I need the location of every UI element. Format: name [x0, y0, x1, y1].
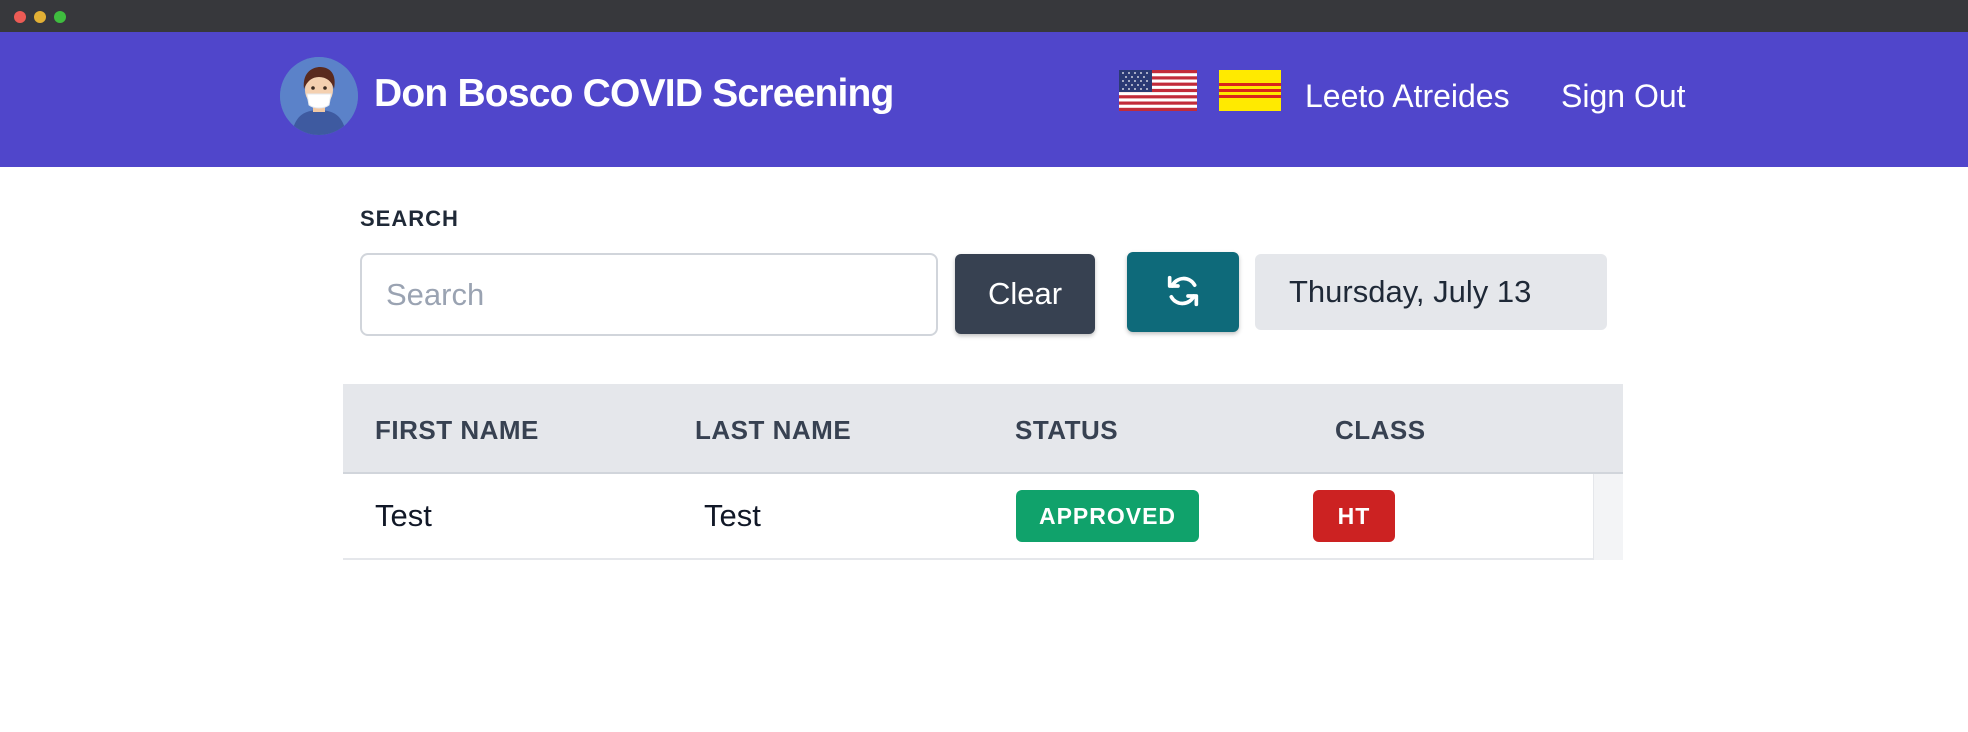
- table-scrollbar[interactable]: [1593, 474, 1623, 560]
- refresh-icon: [1163, 271, 1203, 314]
- first-name-cell: Test: [375, 498, 432, 533]
- maximize-window-button[interactable]: [54, 11, 66, 23]
- class-badge: HT: [1313, 490, 1395, 542]
- screening-table: FIRST NAME LAST NAME STATUS CLASS Test T…: [343, 384, 1623, 560]
- us-flag-icon[interactable]: [1119, 70, 1197, 111]
- last-name-cell: Test: [704, 498, 761, 533]
- column-header-class[interactable]: CLASS: [1335, 415, 1426, 446]
- date-display: Thursday, July 13: [1255, 254, 1607, 330]
- user-name-link[interactable]: Leeto Atreides: [1305, 78, 1510, 115]
- column-header-first-name[interactable]: FIRST NAME: [375, 415, 539, 446]
- close-window-button[interactable]: [14, 11, 26, 23]
- table-row[interactable]: Test Test APPROVED HT: [343, 474, 1593, 560]
- top-navbar: Don Bosco COVID Screening Leeto Atreides…: [0, 32, 1968, 167]
- sign-out-link[interactable]: Sign Out: [1561, 78, 1686, 115]
- search-label: SEARCH: [360, 206, 459, 231]
- masked-person-avatar-icon[interactable]: [280, 57, 358, 135]
- column-header-status[interactable]: STATUS: [1015, 415, 1118, 446]
- window-titlebar: [0, 0, 1968, 32]
- refresh-button[interactable]: [1127, 252, 1239, 332]
- vn-flag-icon[interactable]: [1219, 70, 1281, 111]
- brand-title[interactable]: Don Bosco COVID Screening: [374, 72, 894, 116]
- clear-button[interactable]: Clear: [955, 254, 1095, 334]
- minimize-window-button[interactable]: [34, 11, 46, 23]
- search-input[interactable]: [360, 253, 938, 336]
- column-header-last-name[interactable]: LAST NAME: [695, 415, 851, 446]
- table-header: FIRST NAME LAST NAME STATUS CLASS: [343, 384, 1623, 474]
- status-badge: APPROVED: [1016, 490, 1199, 542]
